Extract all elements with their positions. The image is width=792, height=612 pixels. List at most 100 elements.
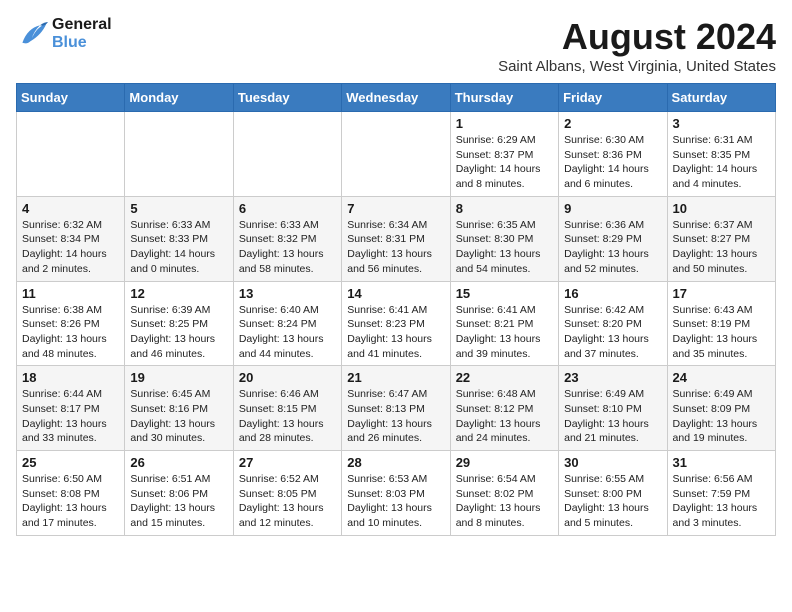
day-info: Sunrise: 6:43 AMSunset: 8:19 PMDaylight:… <box>673 303 770 362</box>
day-info: Sunrise: 6:53 AMSunset: 8:03 PMDaylight:… <box>347 472 444 531</box>
day-number: 11 <box>22 286 119 301</box>
day-number: 26 <box>130 455 227 470</box>
calendar-cell: 16 Sunrise: 6:42 AMSunset: 8:20 PMDayligh… <box>559 281 667 366</box>
day-number: 19 <box>130 370 227 385</box>
day-number: 31 <box>673 455 770 470</box>
calendar-cell: 2 Sunrise: 6:30 AMSunset: 8:36 PMDaylight… <box>559 112 667 197</box>
calendar-cell: 10 Sunrise: 6:37 AMSunset: 8:27 PMDayligh… <box>667 196 775 281</box>
week-row-2: 4 Sunrise: 6:32 AMSunset: 8:34 PMDaylight… <box>17 196 776 281</box>
day-info: Sunrise: 6:54 AMSunset: 8:02 PMDaylight:… <box>456 472 553 531</box>
calendar-table: SundayMondayTuesdayWednesdayThursdayFrid… <box>16 83 776 536</box>
calendar-cell: 30 Sunrise: 6:55 AMSunset: 8:00 PMDayligh… <box>559 451 667 536</box>
day-info: Sunrise: 6:42 AMSunset: 8:20 PMDaylight:… <box>564 303 661 362</box>
title-block: August 2024 Saint Albans, West Virginia,… <box>498 16 776 75</box>
calendar-cell: 20Sunrise: 6:46 AMSunset: 8:15 PMDayligh… <box>233 366 341 451</box>
day-info: Sunrise: 6:37 AMSunset: 8:27 PMDaylight:… <box>673 218 770 277</box>
day-info: Sunrise: 6:47 AMSunset: 8:13 PMDaylight:… <box>347 387 444 446</box>
day-number: 30 <box>564 455 661 470</box>
day-header-tuesday: Tuesday <box>233 84 341 112</box>
day-info: Sunrise: 6:51 AMSunset: 8:06 PMDaylight:… <box>130 472 227 531</box>
day-info: Sunrise: 6:31 AMSunset: 8:35 PMDaylight:… <box>673 133 770 192</box>
day-info: Sunrise: 6:44 AMSunset: 8:17 PMDaylight:… <box>22 387 119 446</box>
day-number: 1 <box>456 116 553 131</box>
day-number: 18 <box>22 370 119 385</box>
week-row-5: 25 Sunrise: 6:50 AMSunset: 8:08 PMDayligh… <box>17 451 776 536</box>
calendar-cell: 14 Sunrise: 6:41 AMSunset: 8:23 PMDayligh… <box>342 281 450 366</box>
day-number: 29 <box>456 455 553 470</box>
calendar-cell: 22Sunrise: 6:48 AMSunset: 8:12 PMDayligh… <box>450 366 558 451</box>
day-info: Sunrise: 6:55 AMSunset: 8:00 PMDaylight:… <box>564 472 661 531</box>
calendar-cell: 19 Sunrise: 6:45 AMSunset: 8:16 PMDayligh… <box>125 366 233 451</box>
day-info: Sunrise: 6:48 AMSunset: 8:12 PMDaylight:… <box>456 387 553 446</box>
logo: General Blue <box>16 16 112 52</box>
calendar-cell <box>233 112 341 197</box>
calendar-cell: 24Sunrise: 6:49 AMSunset: 8:09 PMDayligh… <box>667 366 775 451</box>
day-info: Sunrise: 6:34 AMSunset: 8:31 PMDaylight:… <box>347 218 444 277</box>
day-number: 7 <box>347 201 444 216</box>
calendar-cell: 15 Sunrise: 6:41 AMSunset: 8:21 PMDayligh… <box>450 281 558 366</box>
day-header-thursday: Thursday <box>450 84 558 112</box>
calendar-cell: 23Sunrise: 6:49 AMSunset: 8:10 PMDayligh… <box>559 366 667 451</box>
calendar-cell <box>342 112 450 197</box>
day-info: Sunrise: 6:40 AMSunset: 8:24 PMDaylight:… <box>239 303 336 362</box>
day-number: 15 <box>456 286 553 301</box>
day-info: Sunrise: 6:29 AMSunset: 8:37 PMDaylight:… <box>456 133 553 192</box>
day-info: Sunrise: 6:52 AMSunset: 8:05 PMDaylight:… <box>239 472 336 531</box>
day-info: Sunrise: 6:38 AMSunset: 8:26 PMDaylight:… <box>22 303 119 362</box>
day-number: 25 <box>22 455 119 470</box>
month-year-title: August 2024 <box>498 16 776 58</box>
calendar-cell: 26 Sunrise: 6:51 AMSunset: 8:06 PMDayligh… <box>125 451 233 536</box>
calendar-cell <box>125 112 233 197</box>
day-info: Sunrise: 6:32 AMSunset: 8:34 PMDaylight:… <box>22 218 119 277</box>
day-number: 3 <box>673 116 770 131</box>
calendar-cell: 6Sunrise: 6:33 AMSunset: 8:32 PMDaylight… <box>233 196 341 281</box>
week-row-1: 1 Sunrise: 6:29 AMSunset: 8:37 PMDaylight… <box>17 112 776 197</box>
calendar-cell: 21 Sunrise: 6:47 AMSunset: 8:13 PMDayligh… <box>342 366 450 451</box>
calendar-cell <box>17 112 125 197</box>
day-info: Sunrise: 6:35 AMSunset: 8:30 PMDaylight:… <box>456 218 553 277</box>
calendar-cell: 13 Sunrise: 6:40 AMSunset: 8:24 PMDayligh… <box>233 281 341 366</box>
calendar-cell: 18 Sunrise: 6:44 AMSunset: 8:17 PMDayligh… <box>17 366 125 451</box>
day-info: Sunrise: 6:45 AMSunset: 8:16 PMDaylight:… <box>130 387 227 446</box>
day-number: 16 <box>564 286 661 301</box>
day-info: Sunrise: 6:41 AMSunset: 8:23 PMDaylight:… <box>347 303 444 362</box>
day-number: 10 <box>673 201 770 216</box>
day-info: Sunrise: 6:36 AMSunset: 8:29 PMDaylight:… <box>564 218 661 277</box>
calendar-cell: 7 Sunrise: 6:34 AMSunset: 8:31 PMDaylight… <box>342 196 450 281</box>
day-info: Sunrise: 6:56 AMSunset: 7:59 PMDaylight:… <box>673 472 770 531</box>
day-number: 28 <box>347 455 444 470</box>
logo-icon <box>16 20 48 48</box>
day-header-monday: Monday <box>125 84 233 112</box>
calendar-cell: 25 Sunrise: 6:50 AMSunset: 8:08 PMDayligh… <box>17 451 125 536</box>
day-number: 14 <box>347 286 444 301</box>
day-info: Sunrise: 6:50 AMSunset: 8:08 PMDaylight:… <box>22 472 119 531</box>
day-number: 21 <box>347 370 444 385</box>
day-number: 17 <box>673 286 770 301</box>
calendar-cell: 29 Sunrise: 6:54 AMSunset: 8:02 PMDayligh… <box>450 451 558 536</box>
calendar-cell: 28 Sunrise: 6:53 AMSunset: 8:03 PMDayligh… <box>342 451 450 536</box>
day-number: 23 <box>564 370 661 385</box>
day-info: Sunrise: 6:30 AMSunset: 8:36 PMDaylight:… <box>564 133 661 192</box>
day-number: 13 <box>239 286 336 301</box>
calendar-cell: 3 Sunrise: 6:31 AMSunset: 8:35 PMDaylight… <box>667 112 775 197</box>
calendar-cell: 27 Sunrise: 6:52 AMSunset: 8:05 PMDayligh… <box>233 451 341 536</box>
day-number: 2 <box>564 116 661 131</box>
day-header-saturday: Saturday <box>667 84 775 112</box>
day-number: 5 <box>130 201 227 216</box>
calendar-cell: 9Sunrise: 6:36 AMSunset: 8:29 PMDaylight… <box>559 196 667 281</box>
day-info: Sunrise: 6:39 AMSunset: 8:25 PMDaylight:… <box>130 303 227 362</box>
calendar-header-row: SundayMondayTuesdayWednesdayThursdayFrid… <box>17 84 776 112</box>
day-number: 4 <box>22 201 119 216</box>
day-number: 12 <box>130 286 227 301</box>
day-info: Sunrise: 6:41 AMSunset: 8:21 PMDaylight:… <box>456 303 553 362</box>
day-header-sunday: Sunday <box>17 84 125 112</box>
day-number: 27 <box>239 455 336 470</box>
calendar-cell: 31 Sunrise: 6:56 AMSunset: 7:59 PMDayligh… <box>667 451 775 536</box>
day-info: Sunrise: 6:33 AMSunset: 8:33 PMDaylight:… <box>130 218 227 277</box>
calendar-cell: 5 Sunrise: 6:33 AMSunset: 8:33 PMDaylight… <box>125 196 233 281</box>
week-row-4: 18 Sunrise: 6:44 AMSunset: 8:17 PMDayligh… <box>17 366 776 451</box>
calendar-cell: 4 Sunrise: 6:32 AMSunset: 8:34 PMDaylight… <box>17 196 125 281</box>
calendar-cell: 11 Sunrise: 6:38 AMSunset: 8:26 PMDayligh… <box>17 281 125 366</box>
calendar-cell: 12 Sunrise: 6:39 AMSunset: 8:25 PMDayligh… <box>125 281 233 366</box>
logo-text: General Blue <box>52 16 112 52</box>
